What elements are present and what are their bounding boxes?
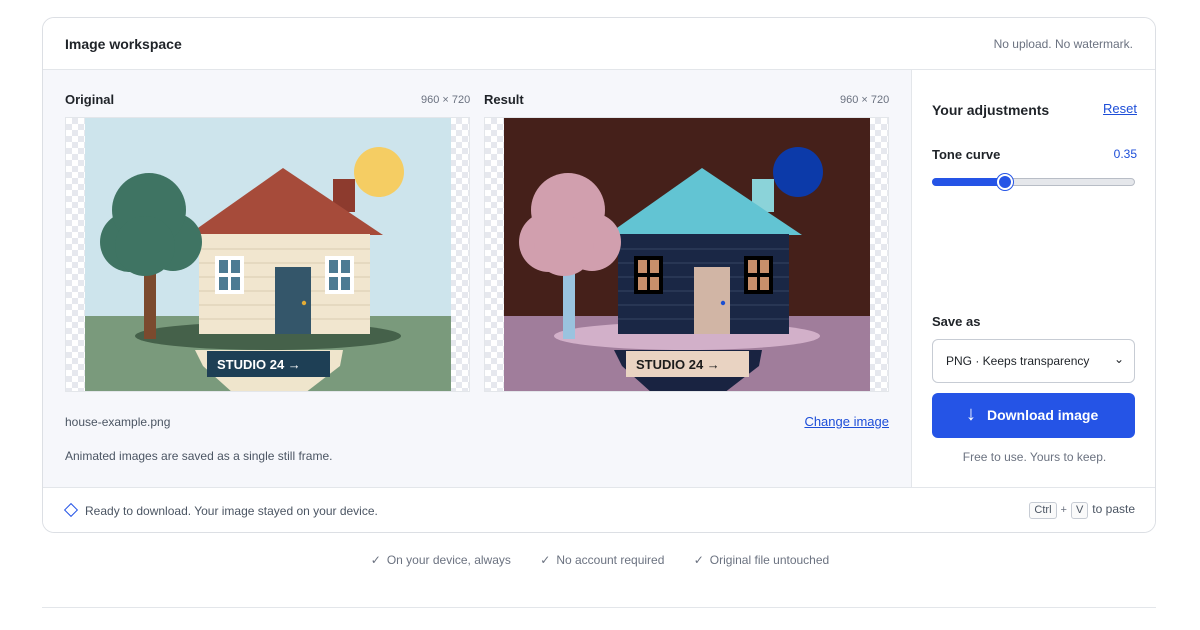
download-label: Download image	[987, 407, 1099, 423]
trust-item: ✓ Original file untouched	[694, 553, 829, 567]
v-key: V	[1070, 502, 1089, 519]
card-header: Image workspace No upload. No watermark.	[43, 18, 1155, 70]
free-note: Free to use. Yours to keep.	[962, 450, 1107, 464]
original-preview: STUDIO 24 →	[65, 117, 470, 392]
check-icon: ✓	[693, 553, 704, 567]
chevron-down-icon: ⌄	[1113, 352, 1124, 366]
format-select-value: PNG · Keeps transparency	[946, 354, 1090, 368]
change-image-link[interactable]: Change image	[804, 414, 889, 429]
original-label: Original	[65, 92, 115, 107]
diamond-icon	[63, 502, 79, 518]
trust-item: ✓ On your device, always	[371, 553, 511, 567]
workspace-title: Image workspace	[65, 36, 182, 52]
check-icon: ✓	[540, 553, 551, 567]
format-select[interactable]: PNG · Keeps transparency ⌄	[932, 339, 1135, 383]
tone-curve-label: Tone curve	[932, 147, 1001, 162]
ctrl-key: Ctrl	[1029, 502, 1057, 519]
trust-item-label: On your device, always	[386, 553, 511, 567]
check-icon: ✓	[370, 553, 381, 567]
tone-curve-value: 0.35	[1113, 147, 1137, 161]
animated-note: Animated images are saved as a single st…	[65, 449, 333, 463]
file-name: house-example.png	[65, 415, 171, 429]
status-bar: Ready to download. Your image stayed on …	[43, 487, 1155, 532]
save-as-label: Save as	[932, 314, 981, 329]
paste-hint: Ctrl + Vto paste	[1029, 502, 1135, 519]
paste-text: to paste	[1092, 502, 1135, 516]
image-workspace-card: Image workspace No upload. No watermark.…	[42, 17, 1156, 533]
trust-badges: ✓ On your device, always ✓ No account requ…	[0, 553, 1200, 567]
arrow-down-icon: ↓	[966, 403, 976, 425]
plus-sign: +	[1060, 504, 1067, 516]
adjustments-sidebar: Your adjustments Reset Tone curve 0.35 S…	[912, 70, 1155, 487]
original-dimensions: 960 × 720	[421, 94, 471, 106]
download-button[interactable]: ↓ Download image	[932, 393, 1135, 438]
result-dimensions: 960 × 720	[840, 94, 890, 106]
slider-fill	[932, 178, 1006, 186]
original-sign-text: STUDIO 24 →	[217, 357, 301, 372]
privacy-note: No upload. No watermark.	[993, 37, 1133, 51]
trust-item-label: No account required	[556, 553, 665, 567]
tone-curve-slider[interactable]	[932, 174, 1135, 190]
image-panels: Original 960 × 720 STUDIO 24 → Result 96…	[43, 70, 912, 487]
result-label: Result	[484, 92, 524, 107]
reset-link[interactable]: Reset	[1103, 101, 1137, 116]
original-image: STUDIO 24 →	[85, 118, 451, 391]
trust-item-label: Original file untouched	[709, 553, 830, 567]
adjustments-title: Your adjustments	[932, 102, 1050, 118]
trust-item: ✓ No account required	[540, 553, 664, 567]
divider	[42, 607, 1156, 608]
result-sign-text: STUDIO 24 →	[636, 357, 720, 372]
status-text: Ready to download. Your image stayed on …	[85, 504, 378, 518]
result-preview: STUDIO 24 →	[484, 117, 889, 392]
result-image: STUDIO 24 →	[504, 118, 870, 391]
slider-thumb[interactable]	[997, 174, 1014, 190]
